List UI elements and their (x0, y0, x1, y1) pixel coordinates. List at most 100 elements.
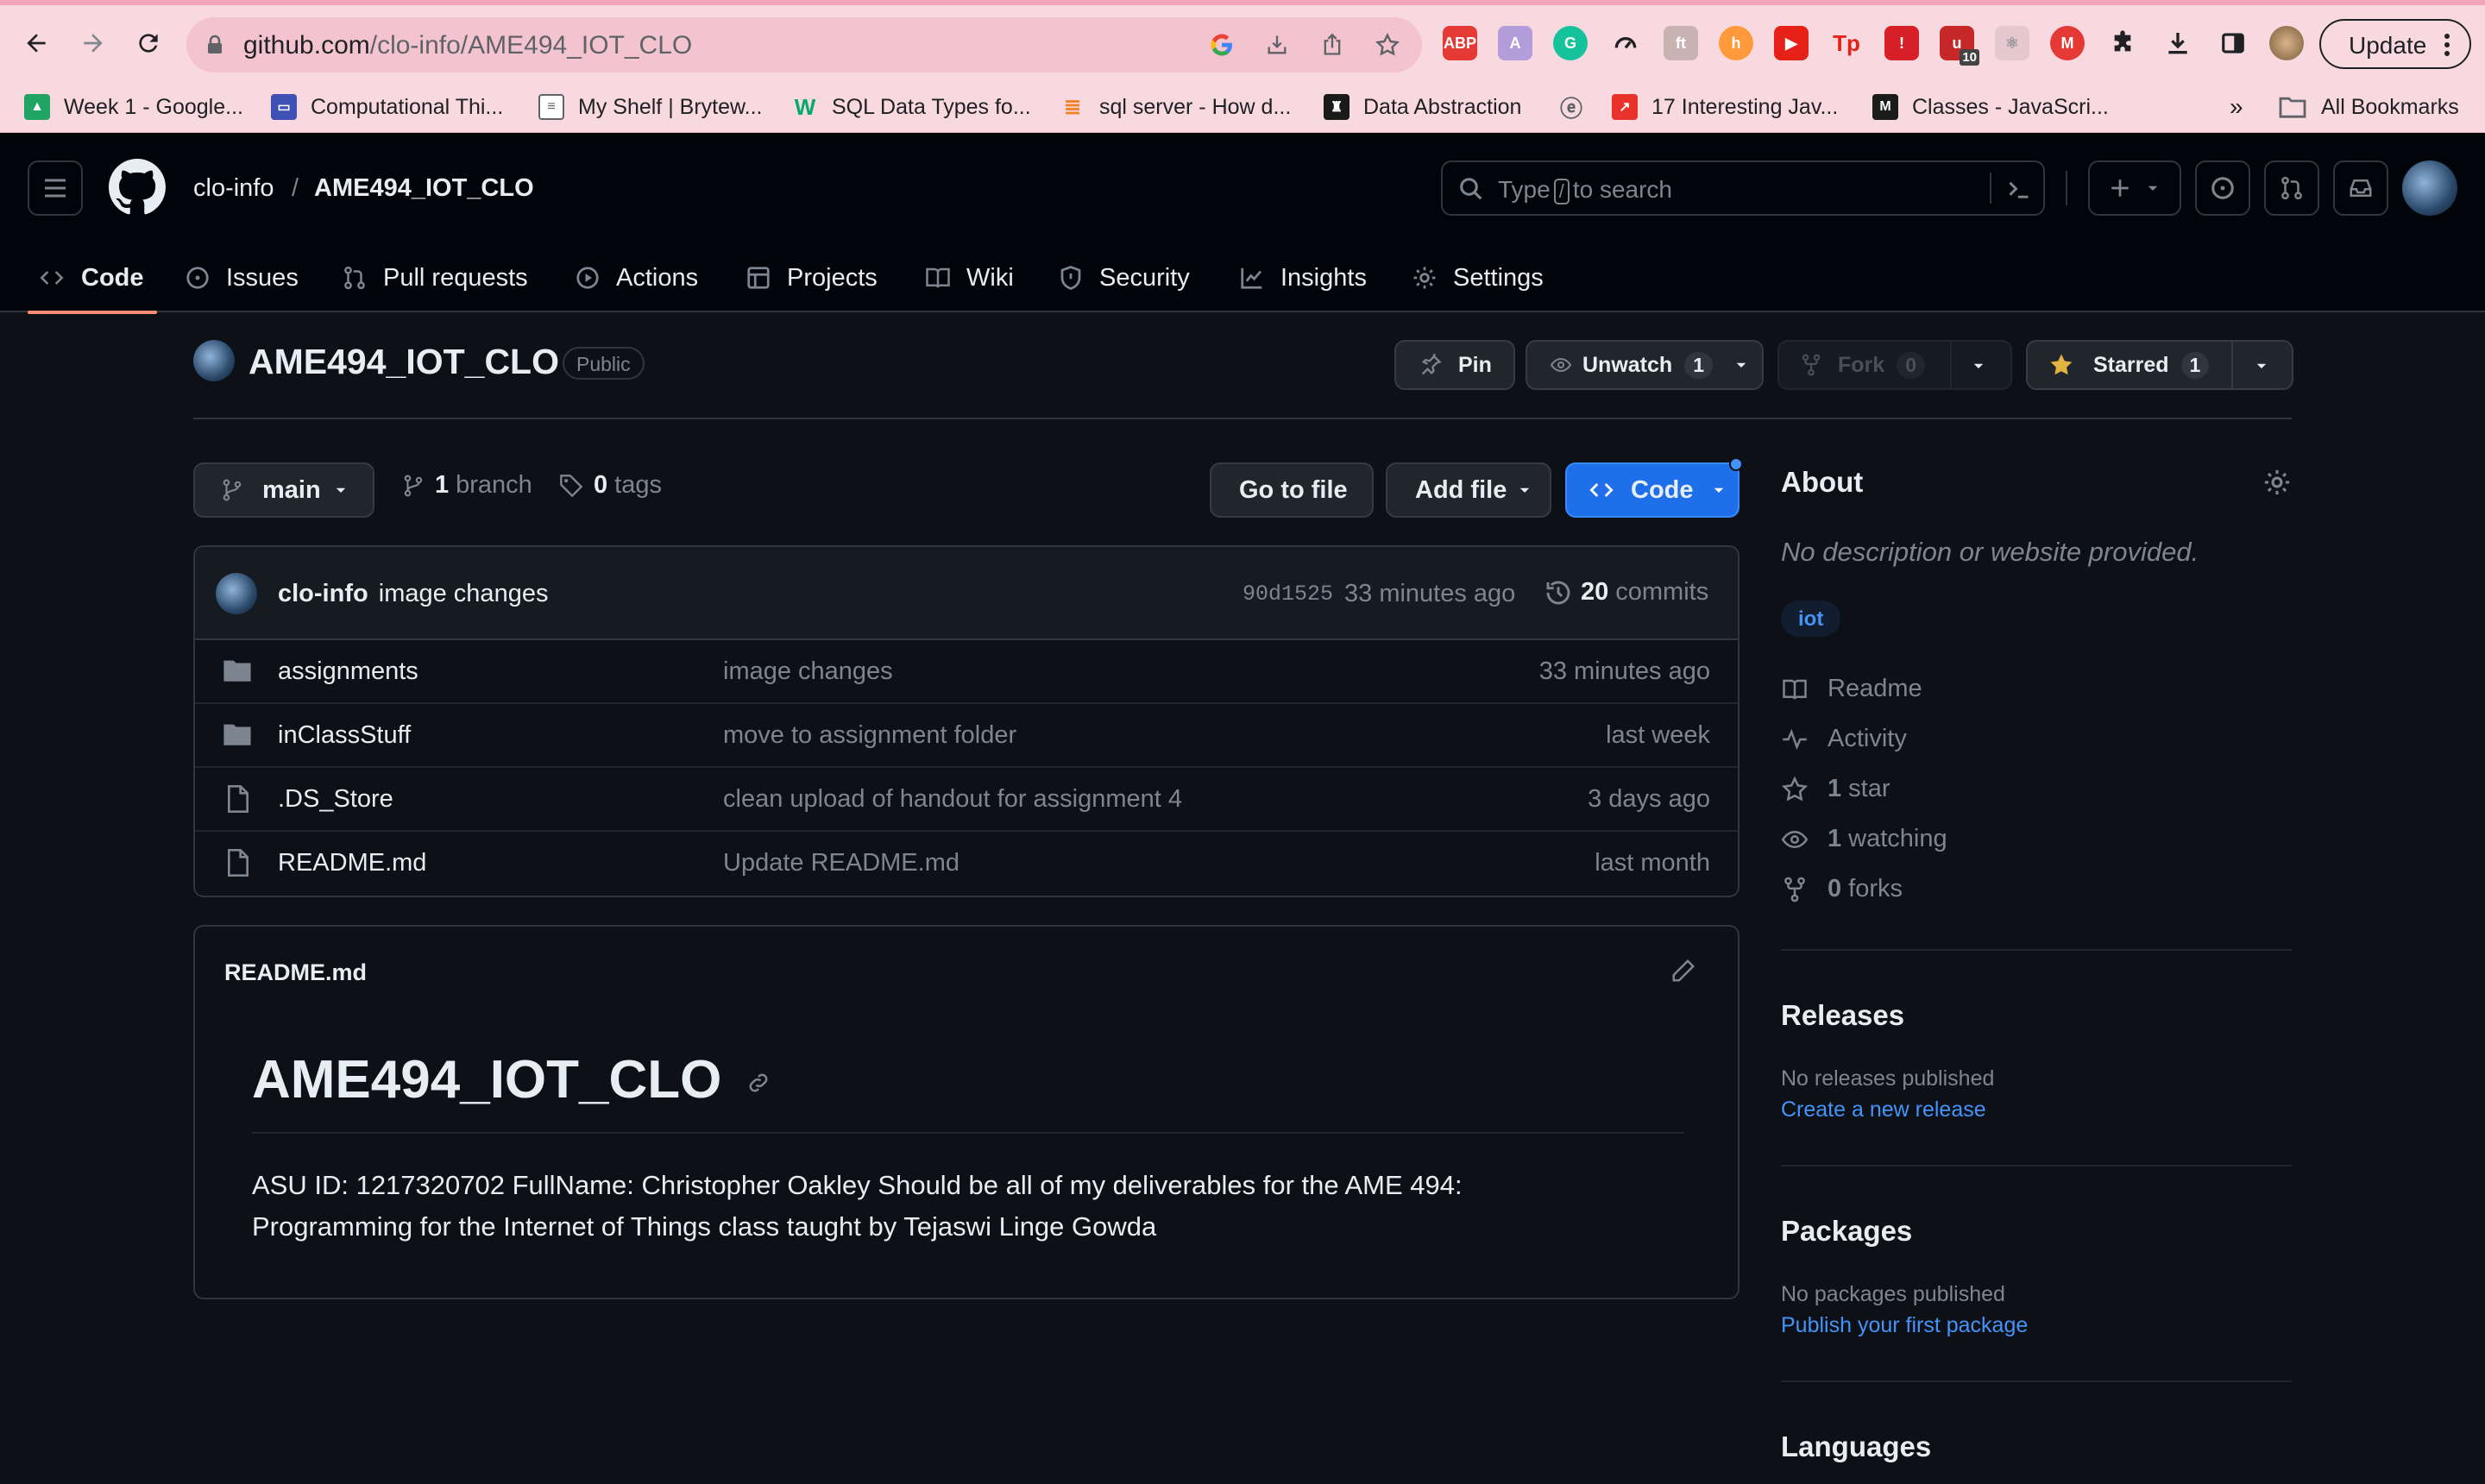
grammarly-extension-icon[interactable]: G (1553, 26, 1588, 60)
github-logo-icon[interactable] (109, 159, 166, 216)
topic-tag[interactable]: iot (1781, 601, 1841, 637)
honey-extension-icon[interactable]: h (1719, 26, 1753, 60)
downloads-icon[interactable] (2161, 26, 2195, 60)
react-extension-icon[interactable]: ⚛ (1995, 26, 2029, 60)
file-name[interactable]: README.md (278, 849, 426, 877)
packages-heading[interactable]: Packages (1781, 1215, 1912, 1248)
bookmark-item[interactable]: ⓔ (1558, 90, 1598, 124)
forward-button[interactable] (72, 22, 114, 64)
commit-author[interactable]: clo-info (278, 580, 368, 607)
tab-projects[interactable]: Projects (746, 242, 878, 314)
bookmark-item[interactable]: ▭ Computational Thi... (271, 90, 503, 124)
tab-actions[interactable]: Actions (575, 242, 698, 314)
tab-wiki[interactable]: Wiki (925, 242, 1014, 314)
starred-button[interactable]: Starred 1 (2026, 340, 2293, 390)
pin-button[interactable]: Pin (1394, 340, 1515, 390)
unwatch-button[interactable]: Unwatch 1 (1526, 340, 1764, 390)
bookmark-item[interactable]: ≡ My Shelf | Brytew... (538, 90, 763, 124)
share-icon[interactable] (1315, 28, 1349, 62)
bookmark-item[interactable]: W SQL Data Types fo... (792, 90, 1031, 124)
bookmark-item[interactable]: ♜ Data Abstraction (1324, 90, 1521, 124)
code-button[interactable]: Code (1565, 457, 1743, 518)
commit-author-avatar[interactable] (216, 573, 257, 614)
file-row[interactable]: assignments image changes 33 minutes ago (195, 640, 1738, 704)
tab-settings[interactable]: Settings (1412, 242, 1544, 314)
file-commit-message[interactable]: image changes (723, 657, 893, 686)
bookmark-star-icon[interactable] (1370, 28, 1405, 62)
stars-link[interactable]: 1 star (1781, 775, 1890, 803)
site-info-icon[interactable] (205, 35, 224, 55)
feedback-extension-icon[interactable]: ! (1884, 26, 1919, 60)
pull-requests-button[interactable] (2264, 160, 2319, 216)
inbox-button[interactable] (2333, 160, 2388, 216)
file-name[interactable]: assignments (278, 657, 418, 686)
issues-button[interactable] (2195, 160, 2250, 216)
tab-code[interactable]: Code (38, 242, 144, 314)
hamburger-menu-button[interactable] (28, 160, 83, 216)
commits-link[interactable]: 20 commits (1544, 578, 1708, 607)
google-lens-icon[interactable] (1205, 28, 1239, 62)
tab-insights[interactable]: Insights (1239, 242, 1367, 314)
gear-icon[interactable] (2262, 468, 2292, 497)
file-row[interactable]: .DS_Store clean upload of handout for as… (195, 768, 1738, 832)
create-release-link[interactable]: Create a new release (1781, 1097, 1986, 1122)
branch-selector[interactable]: main (193, 462, 374, 518)
search-input[interactable]: Type / to search (1441, 160, 2045, 216)
tab-pull-requests[interactable]: Pull requests (342, 242, 528, 314)
more-bookmarks-button[interactable]: » (2230, 90, 2243, 124)
readme-link[interactable]: Readme (1781, 675, 1922, 703)
owner-link[interactable]: clo-info (193, 174, 274, 203)
tab-issues[interactable]: Issues (185, 242, 299, 314)
mail-extension-icon[interactable]: M (2050, 26, 2085, 60)
pencil-icon[interactable] (1670, 958, 1696, 984)
branches-link[interactable]: 1 branch (402, 471, 532, 500)
file-commit-message[interactable]: clean upload of handout for assignment 4 (723, 785, 1182, 814)
repo-link[interactable]: AME494_IOT_CLO (314, 174, 534, 203)
file-name[interactable]: inClassStuff (278, 721, 411, 750)
owner-avatar[interactable] (193, 340, 235, 381)
publish-package-link[interactable]: Publish your first package (1781, 1313, 2028, 1338)
commit-hash[interactable]: 90d1525 (1242, 582, 1333, 607)
speed-extension-icon[interactable] (1608, 26, 1643, 60)
translate-extension-icon[interactable]: A (1498, 26, 1532, 60)
go-to-file-button[interactable]: Go to file (1210, 462, 1374, 518)
fork-button[interactable]: Fork 0 (1777, 340, 2012, 390)
address-bar[interactable]: github.com/clo-info/AME494_IOT_CLO (186, 17, 1422, 72)
repo-name[interactable]: AME494_IOT_CLO (248, 342, 559, 382)
profile-avatar[interactable] (2269, 26, 2304, 60)
user-avatar[interactable] (2402, 160, 2457, 216)
file-row[interactable]: README.md Update README.md last month (195, 832, 1738, 896)
bookmark-item[interactable]: ↗ 17 Interesting Jav... (1612, 90, 1838, 124)
commit-message[interactable]: image changes (379, 580, 549, 607)
file-commit-message[interactable]: move to assignment folder (723, 721, 1016, 750)
back-button[interactable] (16, 22, 57, 64)
file-name[interactable]: .DS_Store (278, 785, 393, 814)
command-palette-icon[interactable] (2007, 178, 2031, 202)
bookmark-item[interactable]: ≣ sql server - How d... (1060, 90, 1291, 124)
activity-link[interactable]: Activity (1781, 725, 1907, 753)
file-row[interactable]: inClassStuff move to assignment folder l… (195, 704, 1738, 768)
ublock-extension-icon[interactable]: u 10 (1940, 26, 1979, 66)
adblock-extension-icon[interactable]: ABP (1443, 26, 1477, 60)
side-panel-icon[interactable] (2216, 26, 2250, 60)
puzzle-extension-icon[interactable]: ft (1664, 26, 1698, 60)
file-commit-message[interactable]: Update README.md (723, 849, 959, 877)
tags-link[interactable]: 0 tags (559, 471, 662, 500)
extensions-icon[interactable] (2105, 26, 2140, 60)
add-file-button[interactable]: Add file (1386, 462, 1551, 518)
watchers-link[interactable]: 1 watching (1781, 825, 1947, 853)
all-bookmarks-button[interactable]: All Bookmarks (2278, 90, 2459, 124)
update-button[interactable]: Update (2319, 19, 2471, 69)
anchor-link-icon[interactable] (746, 1070, 771, 1096)
releases-heading[interactable]: Releases (1781, 999, 1904, 1032)
bookmark-item[interactable]: ▲ Week 1 - Google... (24, 90, 243, 124)
tp-extension-icon[interactable]: Tp (1829, 26, 1864, 60)
create-new-button[interactable] (2088, 160, 2181, 216)
install-icon[interactable] (1260, 28, 1294, 62)
bookmark-item[interactable]: M Classes - JavaScri... (1872, 90, 2109, 124)
youtube-extension-icon[interactable]: ▶ (1774, 26, 1809, 60)
reload-button[interactable] (128, 22, 169, 64)
readme-filename[interactable]: README.md (224, 959, 367, 986)
forks-link[interactable]: 0 forks (1781, 875, 1903, 903)
tab-security[interactable]: Security (1058, 242, 1190, 314)
